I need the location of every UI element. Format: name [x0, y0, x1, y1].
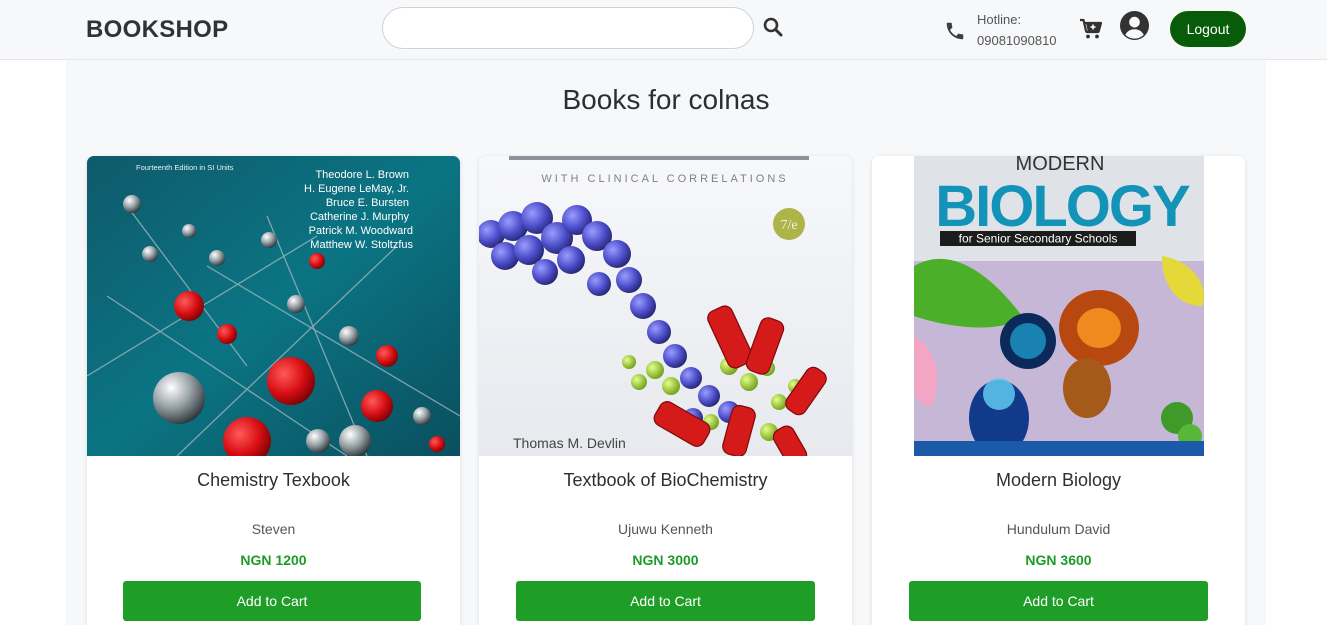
page-title: Books for colnas: [562, 84, 770, 115]
book-title[interactable]: Textbook of BioChemistry: [479, 470, 852, 491]
cover-band-text: for Senior Secondary Schools: [959, 232, 1118, 246]
book-price: NGN 3600: [1025, 552, 1092, 568]
cover-author-line: Theodore L. Brown: [315, 169, 409, 181]
book-card: Fourteenth Edition in SI Units Theodore …: [87, 156, 460, 625]
main-content: Books for colnas Fourteenth Edition in S…: [66, 60, 1266, 625]
add-to-cart-button[interactable]: Add to Cart: [516, 581, 815, 621]
brand-logo[interactable]: BOOKSHOP: [86, 16, 228, 44]
cover-title-text: BIOLOGY: [935, 174, 1190, 239]
hotline-info: Hotline: 09081090810: [977, 9, 1057, 51]
book-price: NGN 3000: [632, 552, 699, 568]
hotline-label: Hotline:: [977, 12, 1022, 27]
book-price: NGN 1200: [240, 552, 307, 568]
search-button[interactable]: [762, 17, 784, 39]
phone-icon: [946, 22, 964, 40]
book-author: Hundulum David: [1006, 521, 1111, 537]
hotline-number: 09081090810: [977, 33, 1057, 48]
book-cover-image[interactable]: MODERN BIOLOGY for Senior Secondary Scho…: [872, 156, 1245, 456]
book-title[interactable]: Chemistry Texbook: [87, 470, 460, 491]
cover-author-line: Bruce E. Bursten: [326, 197, 409, 209]
book-author: Ujuwu Kenneth: [618, 521, 713, 537]
cover-author-text: Thomas M. Devlin: [513, 435, 626, 451]
user-icon[interactable]: [1119, 10, 1150, 41]
book-author: Steven: [251, 521, 296, 537]
book-card: WITH CLINICAL CORRELATIONS 7/e Thomas M.…: [479, 156, 852, 625]
cover-author-line: Matthew W. Stoltzfus: [310, 239, 413, 251]
add-to-cart-button[interactable]: Add to Cart: [123, 581, 421, 621]
cover-author-line: Patrick M. Woodward: [309, 225, 413, 237]
cover-edition-badge: 7/e: [780, 218, 797, 233]
cover-subtitle-text: WITH CLINICAL CORRELATIONS: [541, 173, 788, 185]
book-card: MODERN BIOLOGY for Senior Secondary Scho…: [872, 156, 1245, 625]
cover-author-line: Catherine J. Murphy: [310, 211, 410, 223]
book-cover-image[interactable]: Fourteenth Edition in SI Units Theodore …: [87, 156, 460, 456]
book-cover-image[interactable]: WITH CLINICAL CORRELATIONS 7/e Thomas M.…: [479, 156, 852, 456]
cover-top-text: MODERN: [1016, 156, 1105, 175]
cover-author-line: H. Eugene LeMay, Jr.: [304, 183, 409, 195]
cover-edition-text: Fourteenth Edition in SI Units: [136, 163, 234, 172]
navbar: BOOKSHOP Hotline: 09081090810 Logout: [0, 0, 1327, 60]
cart-icon[interactable]: [1079, 18, 1103, 40]
add-to-cart-button[interactable]: Add to Cart: [909, 581, 1208, 621]
logout-button[interactable]: Logout: [1170, 11, 1246, 47]
search-icon: [763, 17, 783, 37]
search-input[interactable]: [382, 7, 754, 49]
book-title[interactable]: Modern Biology: [872, 470, 1245, 491]
